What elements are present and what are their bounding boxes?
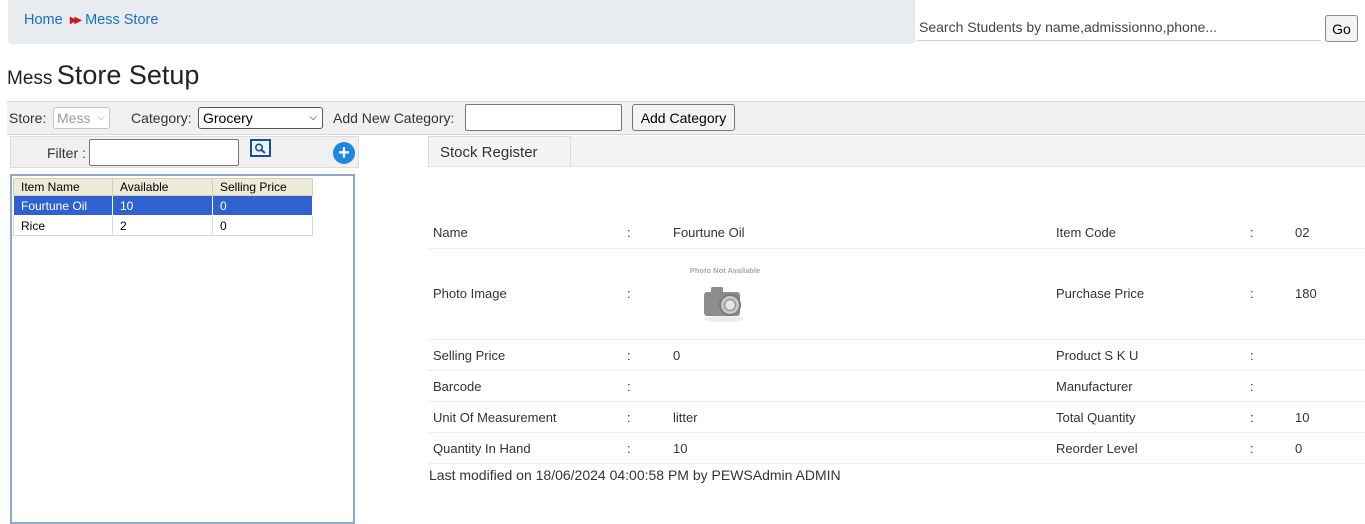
available-cell: 10	[112, 195, 213, 216]
separator: :	[627, 286, 631, 301]
detail-row-selling-price: Selling Price : 0 Product S K U :	[428, 340, 1365, 371]
column-header[interactable]: Selling Price	[212, 178, 313, 196]
table-header-row: Item Name Available Selling Price	[13, 178, 313, 196]
total-quantity-label: Total Quantity	[1056, 410, 1136, 425]
table-row[interactable]: Rice 2 0	[13, 215, 313, 236]
add-item-button[interactable]: +	[333, 142, 355, 164]
column-header[interactable]: Item Name	[13, 178, 113, 196]
separator: :	[627, 348, 631, 363]
item-name-cell: Rice	[13, 215, 113, 236]
breadcrumb-current-link[interactable]: Mess Store	[85, 12, 158, 28]
selling-price-label: Selling Price	[433, 348, 506, 363]
tab-bar: Stock Register	[428, 136, 1365, 167]
separator: :	[627, 379, 631, 394]
separator: :	[1250, 379, 1254, 394]
name-label: Name	[433, 225, 468, 240]
new-category-label: Add New Category:	[333, 110, 455, 126]
photo-not-available-text: Photo Not Available	[689, 266, 761, 275]
item-code-label: Item Code	[1056, 225, 1116, 240]
filter-input[interactable]	[89, 139, 239, 166]
separator: :	[627, 225, 631, 240]
quantity-in-hand-value: 10	[673, 441, 688, 456]
item-list: Item Name Available Selling Price Fourtu…	[10, 174, 355, 524]
separator: :	[627, 441, 631, 456]
quantity-in-hand-label: Quantity In Hand	[433, 441, 531, 456]
selling-price-cell: 0	[212, 195, 313, 216]
plus-icon: +	[338, 142, 350, 164]
column-header[interactable]: Available	[112, 178, 213, 196]
camera-icon	[704, 287, 744, 322]
item-code-value: 02	[1295, 225, 1310, 240]
detail-row-quantity-in-hand: Quantity In Hand : 10 Reorder Level : 0	[428, 433, 1365, 464]
chevron-down-icon: ⌵	[309, 112, 317, 123]
items-table: Item Name Available Selling Price Fourtu…	[13, 178, 313, 236]
manufacturer-label: Manufacturer	[1056, 379, 1133, 394]
reorder-level-value: 0	[1295, 441, 1303, 456]
separator: :	[627, 410, 631, 425]
separator: :	[1250, 441, 1254, 456]
purchase-price-label: Purchase Price	[1056, 286, 1145, 301]
detail-row-photo: Photo Image : Purchase Price : 180	[428, 249, 1365, 340]
separator: :	[1250, 286, 1254, 301]
category-select[interactable]: Grocery ⌵	[198, 107, 323, 129]
category-label: Category:	[131, 110, 192, 126]
search-icon[interactable]	[250, 139, 271, 157]
item-name-cell: Fourtune Oil	[13, 195, 113, 216]
separator: :	[1250, 225, 1254, 240]
total-quantity-value: 10	[1295, 410, 1310, 425]
detail-row-name: Name : Fourtune Oil Item Code : 02	[428, 216, 1365, 249]
page-title: Mess Store Setup	[7, 60, 199, 91]
tab-stock-register[interactable]: Stock Register	[428, 136, 571, 166]
barcode-label: Barcode	[433, 379, 482, 394]
page-title-main: Store Setup	[56, 60, 200, 90]
separator: :	[1250, 348, 1254, 363]
page-title-prefix: Mess	[7, 68, 53, 89]
new-category-input[interactable]	[465, 104, 622, 131]
breadcrumb-home-link[interactable]: Home	[24, 12, 63, 28]
filter-bar: Filter : +	[10, 136, 359, 168]
detail-row-uom: Unit Of Measurement : litter Total Quant…	[428, 402, 1365, 433]
breadcrumb: Home ▶▶ Mess Store	[24, 12, 158, 28]
purchase-price-value: 180	[1295, 286, 1317, 301]
store-toolbar: Store: Mess ⌵ Category: Grocery ⌵ Add Ne…	[7, 101, 1365, 135]
photo-label: Photo Image	[433, 286, 507, 301]
breadcrumb-bar: Home ▶▶ Mess Store	[8, 0, 915, 44]
store-label: Store:	[9, 110, 47, 126]
go-button[interactable]: Go	[1325, 15, 1358, 42]
photo-placeholder: Photo Not Available	[688, 266, 762, 328]
uom-value: litter	[673, 410, 698, 425]
store-select-value: Mess	[57, 110, 91, 126]
reorder-level-label: Reorder Level	[1056, 441, 1138, 456]
add-category-button[interactable]: Add Category	[632, 104, 735, 131]
separator: :	[1250, 410, 1254, 425]
store-select[interactable]: Mess ⌵	[53, 107, 110, 129]
student-search-input[interactable]	[917, 14, 1321, 41]
detail-row-barcode: Barcode : Manufacturer :	[428, 371, 1365, 402]
table-row[interactable]: Fourtune Oil 10 0	[13, 195, 313, 216]
sku-label: Product S K U	[1056, 348, 1139, 363]
chevron-down-icon: ⌵	[97, 112, 105, 123]
double-arrow-icon: ▶▶	[69, 14, 83, 26]
selling-price-value: 0	[673, 348, 681, 363]
available-cell: 2	[112, 215, 213, 236]
category-select-value: Grocery	[203, 110, 253, 126]
last-modified-text: Last modified on 18/06/2024 04:00:58 PM …	[429, 467, 841, 483]
uom-label: Unit Of Measurement	[433, 410, 557, 425]
selling-price-cell: 0	[212, 215, 313, 236]
name-value: Fourtune Oil	[673, 225, 745, 240]
filter-label: Filter :	[47, 145, 86, 161]
